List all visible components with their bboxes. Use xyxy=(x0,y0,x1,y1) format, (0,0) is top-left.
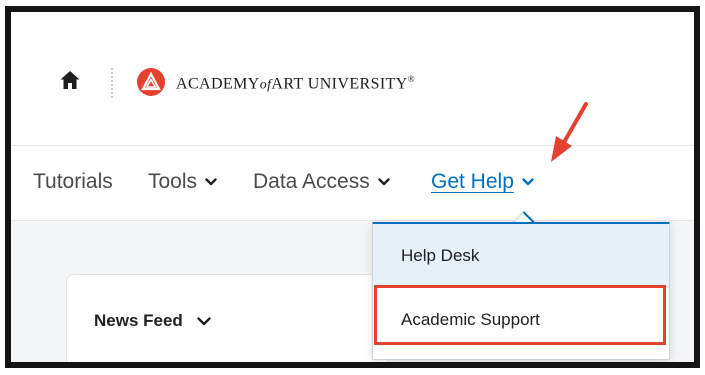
nav-item-label: Data Access xyxy=(253,170,370,193)
chevron-down-icon xyxy=(197,316,211,325)
nav-item-tools[interactable]: Tools xyxy=(148,170,217,194)
get-help-dropdown: Help Desk Academic Support xyxy=(372,222,670,360)
academy-logo-icon[interactable] xyxy=(136,67,166,97)
chevron-down-icon xyxy=(205,178,217,186)
screenshot-frame: ACADEMYofART UNIVERSITY® Tutorials Tools… xyxy=(5,6,700,368)
menu-item-label: Help Desk xyxy=(401,246,480,265)
menu-item-help-desk[interactable]: Help Desk xyxy=(373,224,669,288)
nav-border xyxy=(11,220,694,221)
menu-item-label: Academic Support xyxy=(401,310,540,329)
nav-item-tutorials[interactable]: Tutorials xyxy=(33,170,113,194)
main-nav: Tutorials Tools Data Access Get Help xyxy=(11,146,694,220)
nav-item-data-access[interactable]: Data Access xyxy=(253,170,390,194)
nav-item-label: Tutorials xyxy=(33,170,113,193)
brand-rest: ART UNIVERSITY xyxy=(271,75,408,93)
news-feed-toggle[interactable]: News Feed xyxy=(94,311,211,331)
nav-item-label: Get Help xyxy=(431,170,514,193)
nav-item-get-help[interactable]: Get Help xyxy=(431,170,534,194)
chevron-down-icon xyxy=(378,178,390,186)
home-icon[interactable] xyxy=(59,69,81,91)
menu-item-academic-support[interactable]: Academic Support xyxy=(373,292,669,348)
brand-registered: ® xyxy=(407,74,415,84)
brand-of: of xyxy=(259,77,272,93)
nav-item-label: Tools xyxy=(148,170,198,193)
university-name[interactable]: ACADEMYofART UNIVERSITY® xyxy=(176,74,415,93)
site-header: ACADEMYofART UNIVERSITY® xyxy=(11,12,694,145)
brand-main: ACADEMY xyxy=(176,75,260,93)
news-feed-card: News Feed xyxy=(66,274,388,362)
news-feed-title: News Feed xyxy=(94,311,183,330)
chevron-down-icon xyxy=(522,178,534,186)
header-divider xyxy=(111,68,113,98)
